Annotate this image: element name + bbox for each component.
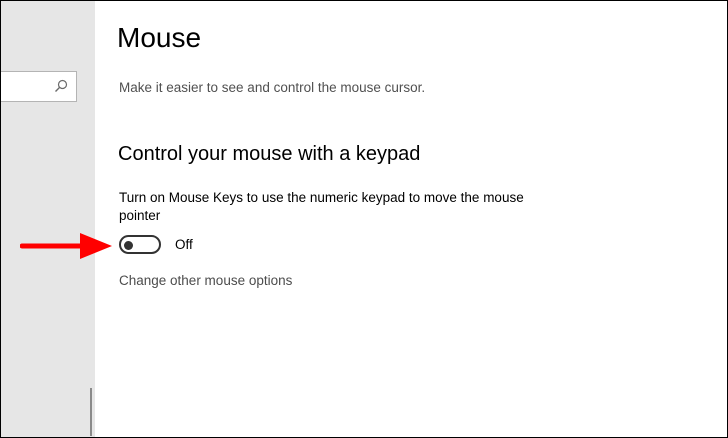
search-input[interactable] (0, 71, 77, 102)
mouse-keys-description: Turn on Mouse Keys to use the numeric ke… (119, 190, 524, 223)
change-other-mouse-options-link[interactable]: Change other mouse options (119, 273, 292, 288)
search-icon[interactable] (54, 79, 68, 93)
toggle-state-label: Off (175, 237, 193, 252)
mouse-keys-toggle[interactable] (119, 235, 161, 254)
toggle-knob (124, 240, 133, 250)
sidebar (0, 0, 95, 438)
arrow-right-icon (20, 233, 112, 259)
sidebar-scrollbar[interactable] (90, 388, 92, 436)
page-title: Mouse (117, 22, 202, 53)
section-heading: Control your mouse with a keypad (118, 143, 421, 165)
page-description: Make it easier to see and control the mo… (119, 80, 426, 95)
